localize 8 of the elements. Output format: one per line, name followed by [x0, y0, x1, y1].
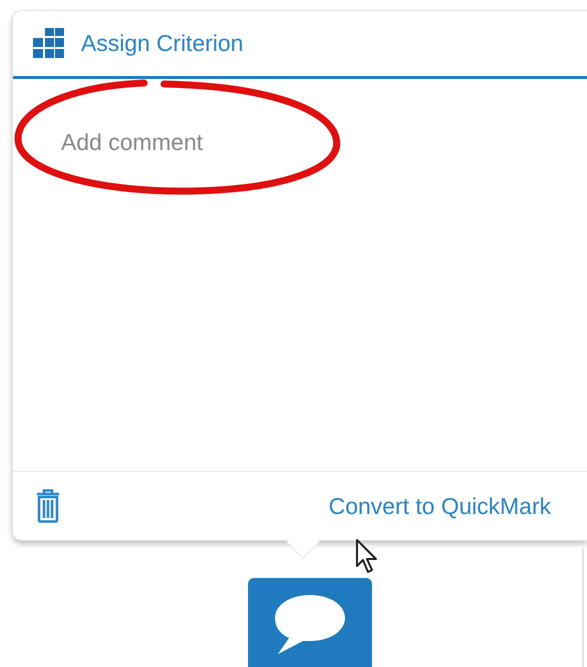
convert-link[interactable]: Convert to QuickMark — [328, 488, 551, 524]
comment-button[interactable] — [248, 578, 372, 667]
trash-icon — [35, 489, 61, 523]
grid-icon — [33, 28, 65, 58]
panel-title: Assign Criterion — [81, 28, 244, 58]
delete-button[interactable] — [35, 489, 61, 523]
speech-bubble-icon — [273, 593, 347, 655]
comment-field[interactable]: Add comment — [13, 79, 587, 471]
